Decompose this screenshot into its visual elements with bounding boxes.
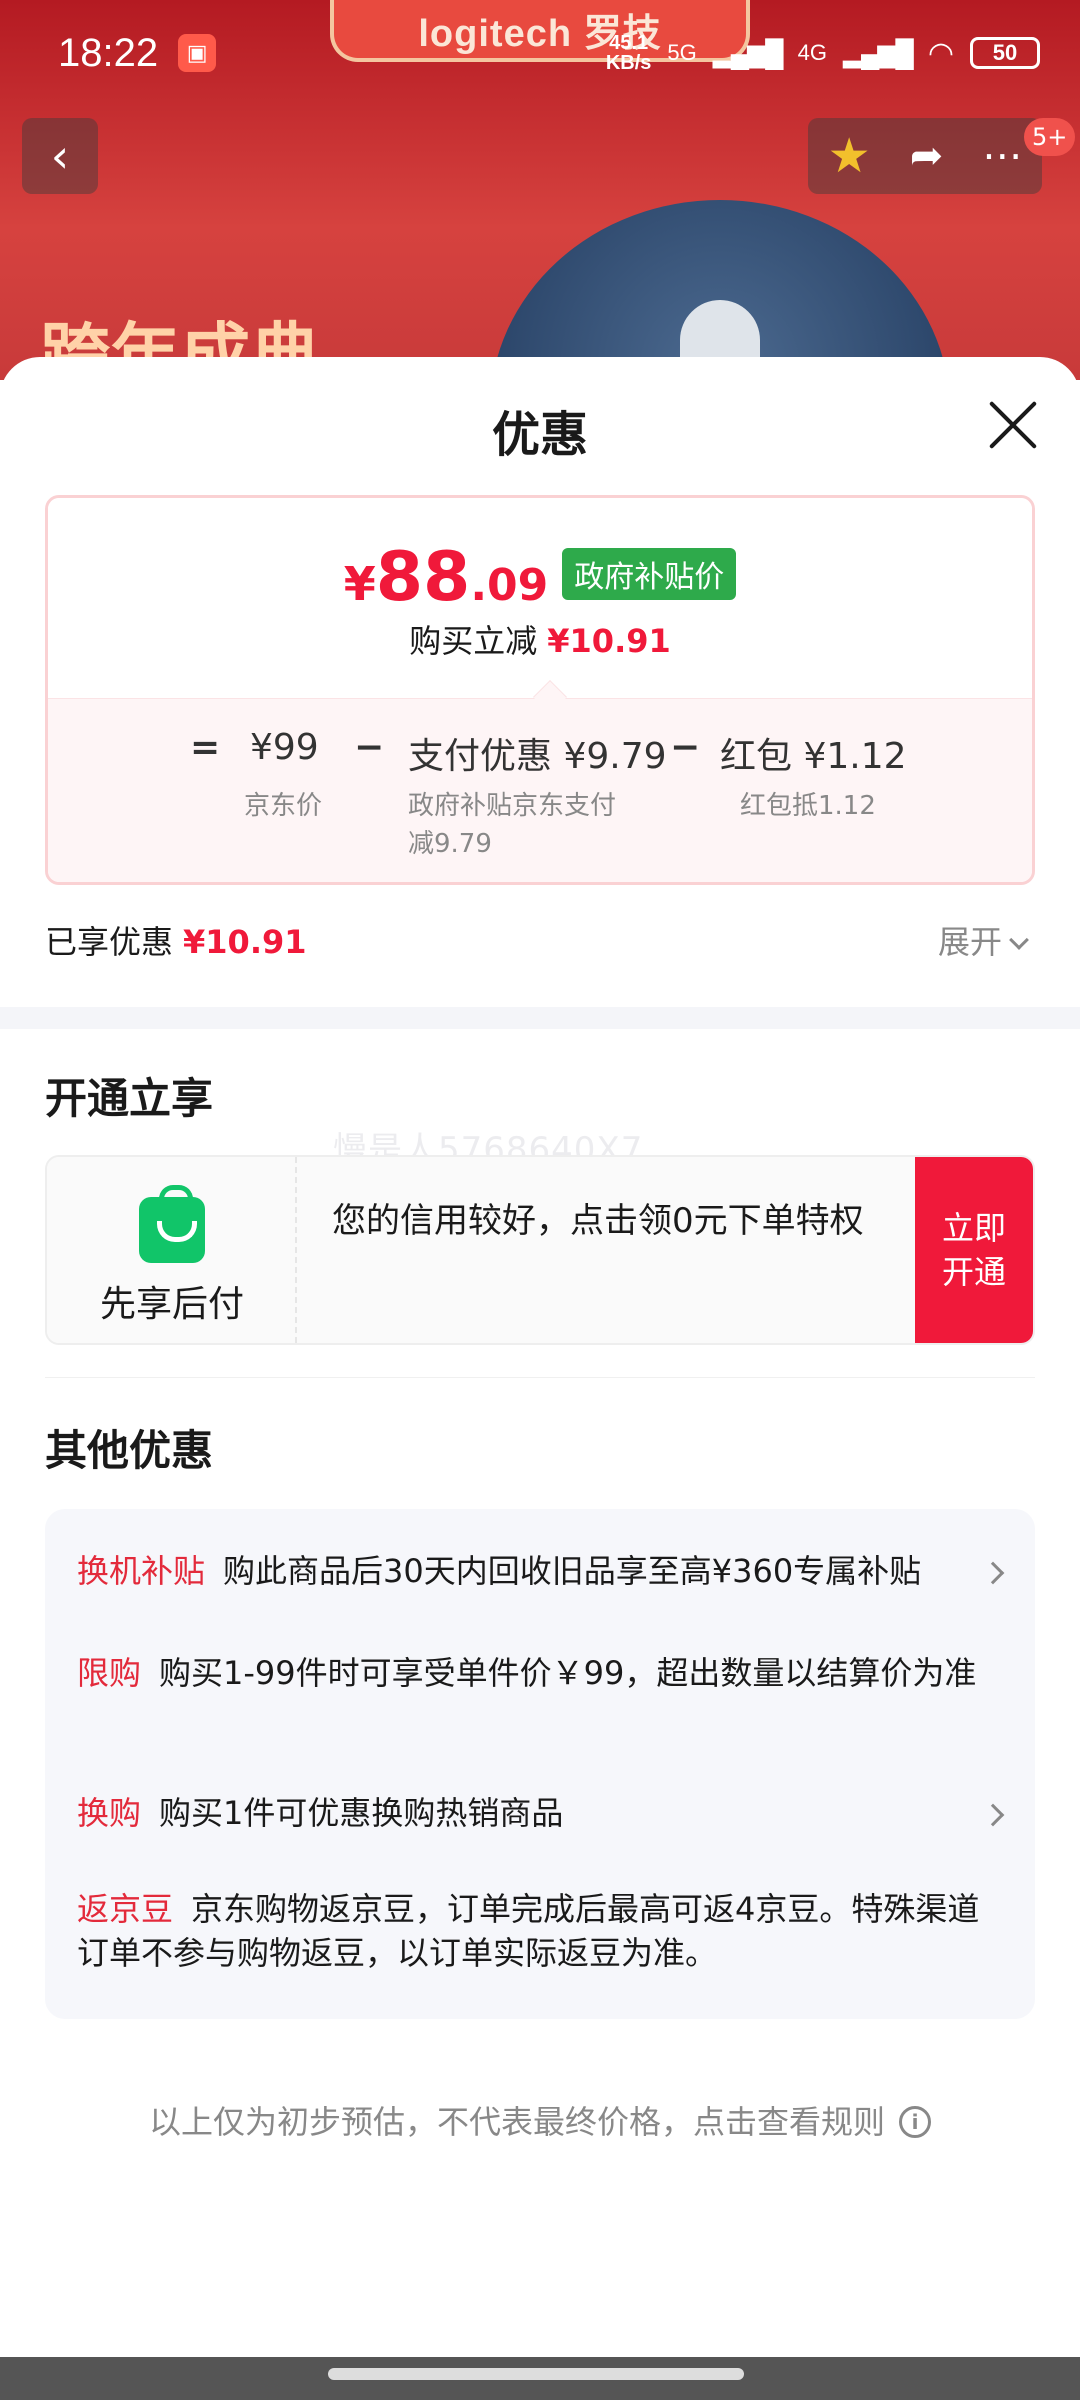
section-divider [0,1007,1080,1029]
enjoyed-discount: 已享优惠 ¥10.91 [45,923,307,961]
signal-icon-2: ▂▄▆█ [842,37,914,68]
minus-sign-2: − [670,727,701,768]
status-time: 18:22 [58,30,159,75]
signal-icon: ▂▄▆█ [712,37,784,68]
list-item[interactable]: 换机补贴 购此商品后30天内回收旧品享至高¥360专属补贴 [77,1549,987,1593]
list-item[interactable]: 换购 购买1件可优惠换购热销商品 [77,1791,987,1835]
list-item: 限购 购买1-99件时可享受单件价￥99，超出数量以结算价为准 [77,1654,977,1692]
minus-sign: − [354,727,385,768]
jd-price-label: 京东价 [244,791,323,821]
pay-later-label: 先享后付 [99,1284,244,1325]
other-section-title: 其他优惠 [45,1426,214,1475]
network-4g-label: 4G [797,40,827,65]
status-bar: 18:22 ▣ 45.1 KB/s 5G ▂▄▆█ 4G ▂▄▆█ ◠ 50 [0,0,1080,106]
activate-button[interactable]: 立即开通 [915,1157,1033,1343]
pay-discount-desc: 政府补贴京东支付 [408,791,617,821]
pay-later-card[interactable]: 先享后付 您的信用较好，点击领0元下单特权 立即开通 [45,1155,1035,1345]
gov-subsidy-tag: 政府补贴价 [562,547,737,600]
chevron-left-icon: ‹ [50,129,70,183]
list-item: 返京豆 京东购物返京豆，订单完成后最高可返4京豆。特殊渠道订单不参与购物返豆，以订… [77,1890,980,1972]
instant-cut: 购买立减 ¥10.91 [409,622,671,660]
price-card: ¥ 88 .09 政府补贴价 购买立减 ¥10.91 = ¥99 京东价 − 支付… [45,495,1035,885]
discount-sheet: 优惠 ¥ 88 .09 政府补贴价 购买立减 ¥10.91 = ¥99 京东价 −… [0,357,1080,2357]
pay-discount-desc-2: 减9.79 [408,829,492,859]
final-price: ¥ 88 .09 政府补贴价 [48,538,1032,617]
battery-icon: 50 [970,37,1040,69]
chevron-down-icon [1009,930,1029,950]
app-notification-icon: ▣ [178,34,217,72]
home-indicator[interactable] [328,2368,744,2380]
pay-discount: 支付优惠 ¥9.79 [408,736,667,777]
message-badge: 5+ [1024,118,1076,156]
sheet-title: 优惠 [491,407,588,463]
wifi-icon: ◠ [927,36,954,70]
open-section-title: 开通立享 [45,1074,214,1123]
close-icon[interactable] [985,397,1041,453]
rules-note[interactable]: 以上仅为初步预估，不代表最终价格，点击查看规则 i [0,2097,1080,2143]
pay-later-description: 您的信用较好，点击领0元下单特权 [332,1201,864,1241]
share-icon[interactable]: ➦ [910,133,944,179]
star-icon[interactable]: ★ [828,128,871,184]
red-packet-desc: 红包抵1.12 [740,791,876,821]
network-speed: 45.1 KB/s [605,32,652,74]
other-discounts-list: 换机补贴 购此商品后30天内回收旧品享至高¥360专属补贴 限购 购买1-99件时可… [45,1509,1035,2019]
divider [45,1377,1035,1378]
jd-price: ¥99 [250,727,319,768]
red-packet: 红包 ¥1.12 [720,736,907,777]
more-icon[interactable]: ⋯ [982,133,1022,179]
back-button[interactable]: ‹ [22,118,98,194]
equals-sign: = [190,727,221,768]
shopping-bag-icon [139,1185,205,1263]
nav-actions: ★ ➦ ⋯ [808,118,1042,194]
expand-button[interactable]: 展开 [938,917,1029,963]
network-5g-label: 5G [667,40,697,65]
price-breakdown: = ¥99 京东价 − 支付优惠 ¥9.79 政府补贴京东支付 减9.79 − … [48,680,1032,882]
info-icon[interactable]: i [899,2106,931,2138]
